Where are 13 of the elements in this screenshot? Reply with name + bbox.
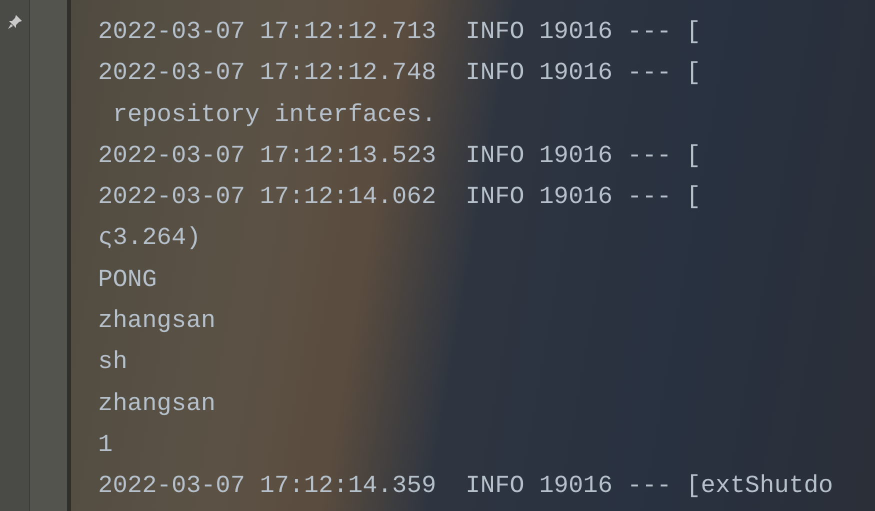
console-line: PONG (98, 266, 158, 296)
console-line: zhangsan (98, 307, 217, 338)
console-line: ς3.264) (98, 224, 202, 254)
console-line: 2022-03-07 17:12:12.713 INFO 19016 --- [ (98, 18, 702, 48)
console-line: repository interfaces. (112, 100, 438, 131)
console-line: 2022-03-07 17:12:14.062 INFO 19016 --- [ (98, 183, 702, 214)
pin-icon[interactable] (6, 14, 22, 30)
console-line: 2022-03-07 17:12:13.523 INFO 19016 --- [ (98, 142, 702, 172)
console-line: sh (98, 348, 128, 378)
console-line: 2022-03-07 17:12:14.359 INFO 19016 --- [extShutdo (98, 472, 834, 502)
console-line: 1 (98, 430, 114, 461)
console-line: 2022-03-07 17:12:12.748 INFO 19016 --- [ (98, 59, 702, 90)
console-line: zhangsan (98, 390, 217, 420)
